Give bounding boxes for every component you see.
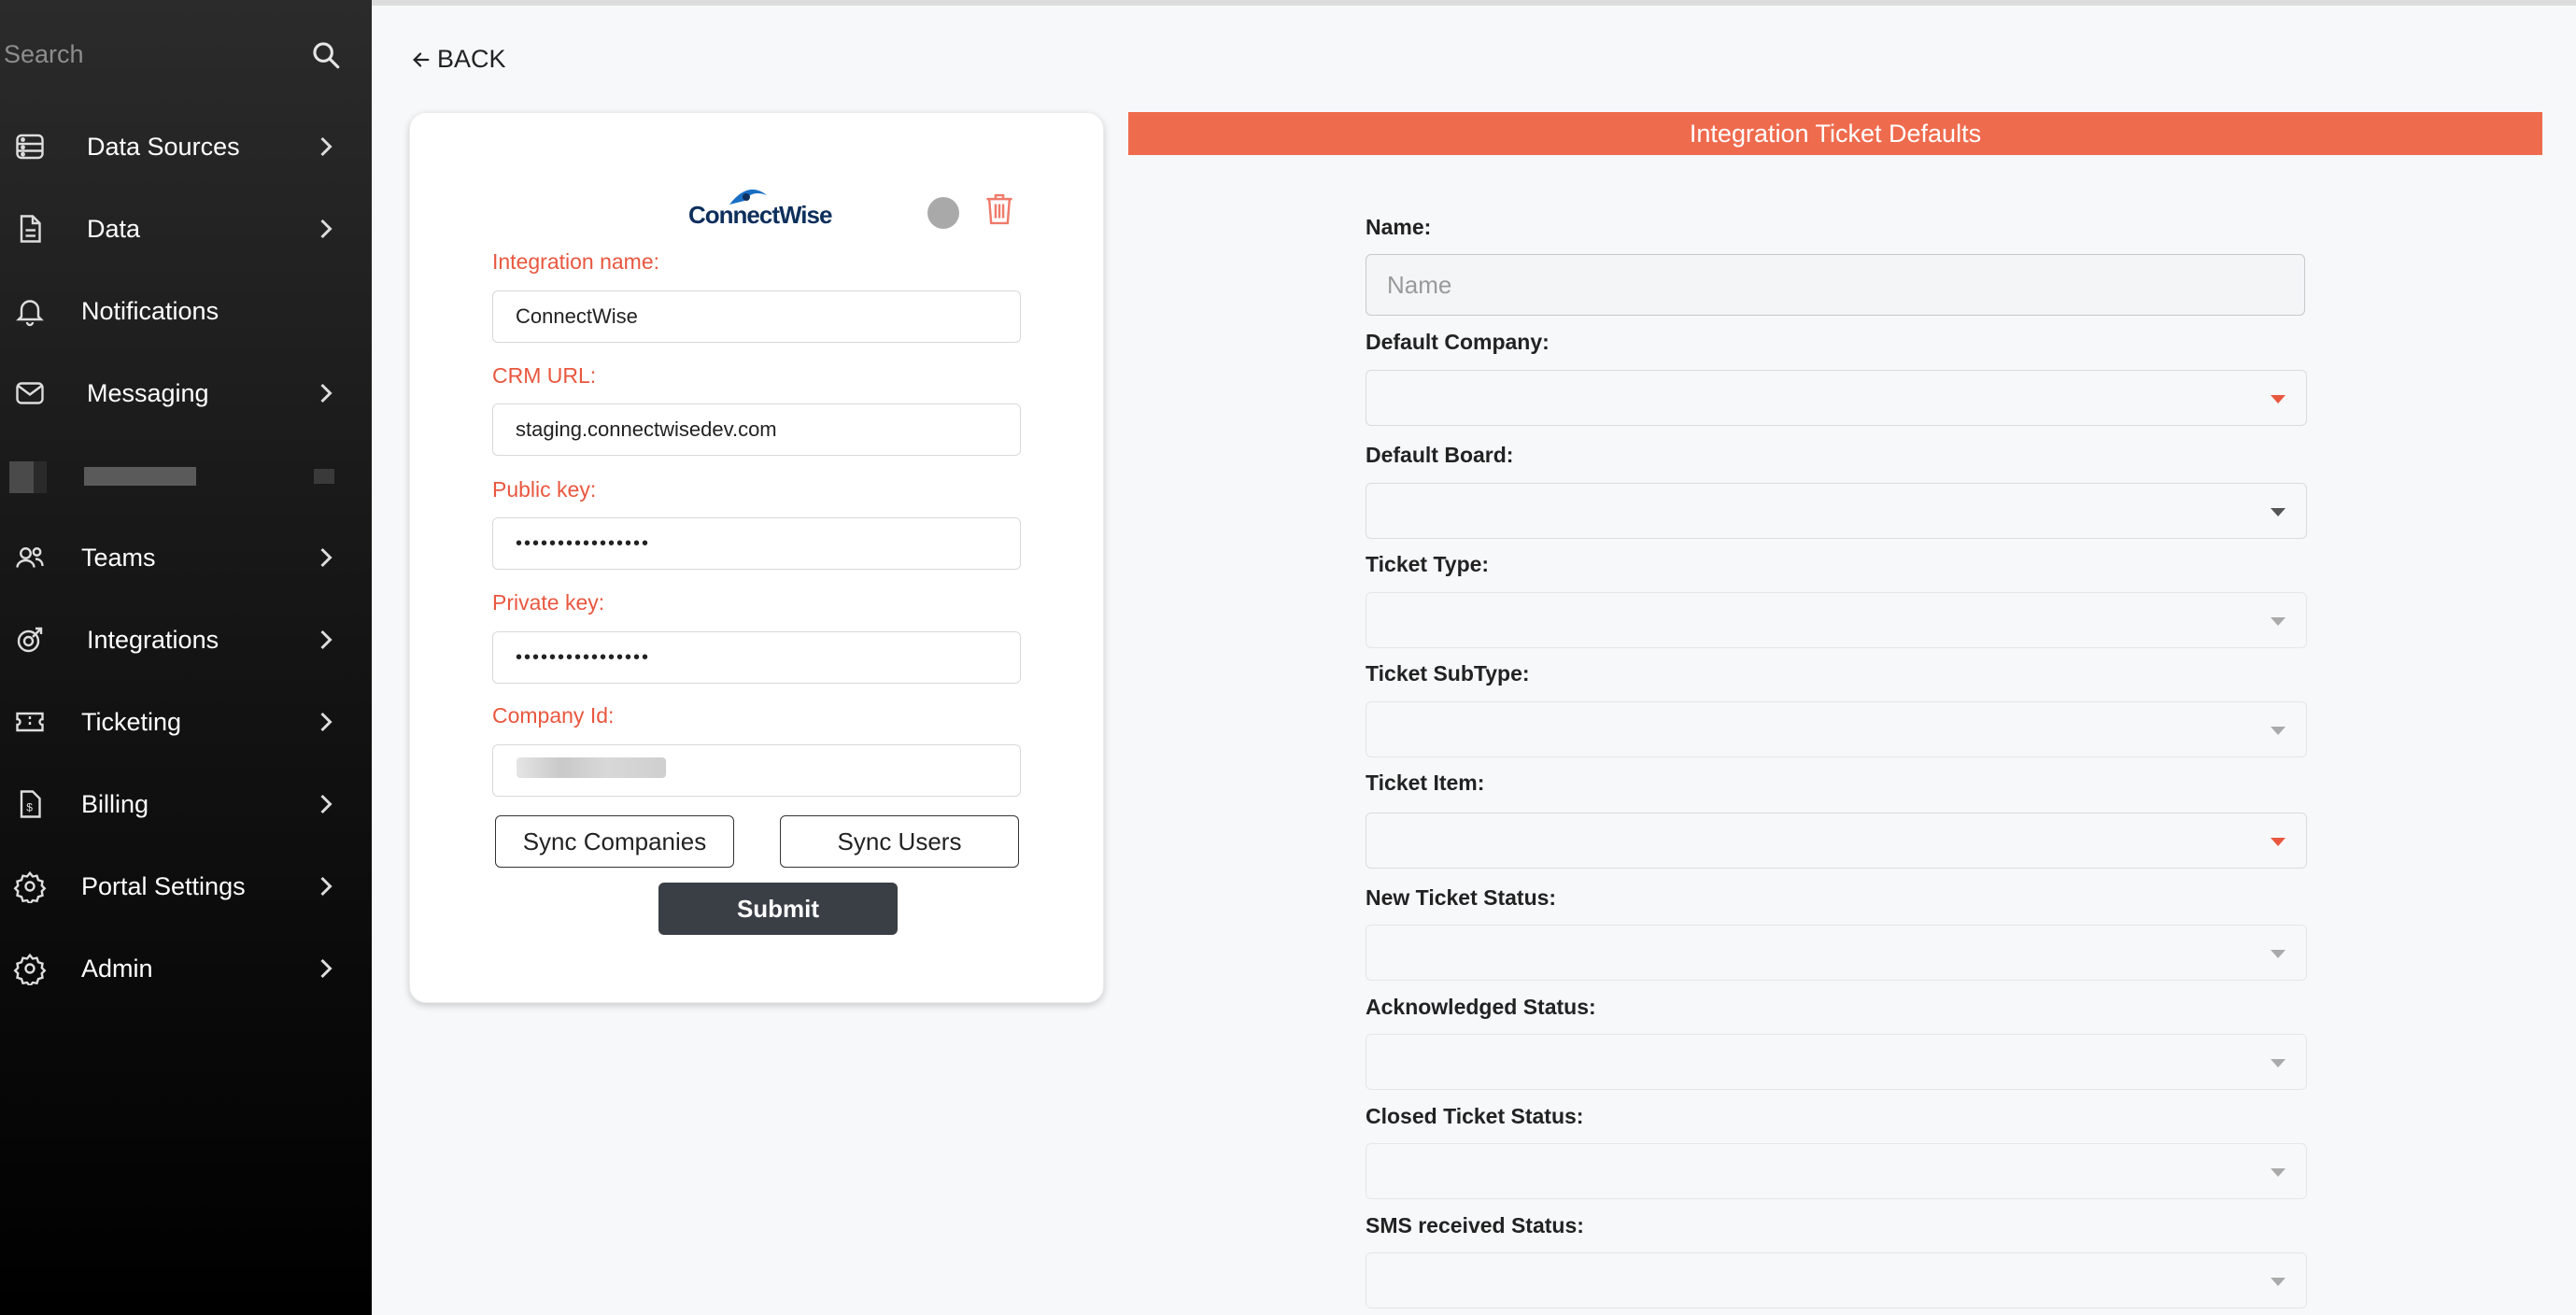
chevron-down-icon: [2271, 1059, 2286, 1068]
closed-ticket-status-label: Closed Ticket Status:: [1366, 1104, 1584, 1128]
sidebar-item-data[interactable]: Data: [0, 191, 372, 266]
private-key-input[interactable]: [492, 631, 1021, 684]
sidebar-item-label: Notifications: [81, 296, 219, 325]
chevron-down-icon: [2271, 617, 2286, 626]
gear-icon: [13, 953, 47, 985]
sidebar-item-integrations[interactable]: Integrations: [0, 602, 372, 677]
crm-url-input[interactable]: [492, 403, 1021, 456]
search-input[interactable]: [4, 34, 284, 75]
panel-title: Integration Ticket Defaults: [1128, 112, 2542, 155]
ticket-type-select[interactable]: [1366, 592, 2307, 648]
public-key-label: Public key:: [492, 477, 597, 502]
sidebar-item-label: Data: [87, 214, 141, 243]
acknowledged-status-label: Acknowledged Status:: [1366, 995, 1596, 1019]
trash-icon[interactable]: [984, 191, 1015, 227]
users-icon: [16, 547, 44, 568]
svg-text:$: $: [26, 801, 33, 814]
sidebar-item-billing[interactable]: $ Billing: [0, 767, 372, 841]
chevron-right-icon: [320, 629, 333, 650]
private-key-label: Private key:: [492, 590, 605, 615]
top-divider: [372, 0, 2576, 6]
company-id-label: Company Id:: [492, 703, 615, 728]
integration-card: ConnectWise Integration name: CRM URL: P…: [409, 112, 1104, 1003]
chevron-right-icon: [320, 547, 333, 568]
sidebar-item-label: Integrations: [87, 625, 219, 654]
sync-companies-button[interactable]: Sync Companies: [495, 815, 734, 868]
sidebar-item-ticketing[interactable]: Ticketing: [0, 685, 372, 759]
chevron-right-icon: [320, 876, 333, 897]
closed-ticket-status-select[interactable]: [1366, 1143, 2307, 1199]
sidebar-item-messaging[interactable]: Messaging: [0, 356, 372, 431]
default-board-label: Default Board:: [1366, 443, 1514, 467]
chevron-down-icon: [2271, 727, 2286, 735]
back-label: BACK: [437, 45, 506, 73]
document-icon: [20, 215, 41, 243]
new-ticket-status-label: New Ticket Status:: [1366, 885, 1557, 910]
ticket-item-select[interactable]: [1366, 813, 2307, 869]
chevron-down-icon: [2271, 1168, 2286, 1177]
sidebar-item-label: Portal Settings: [81, 871, 246, 900]
sms-received-status-select[interactable]: [1366, 1252, 2307, 1308]
chevron-down-icon: [2271, 1278, 2286, 1286]
sidebar-item-label: Billing: [81, 789, 149, 818]
redacted-sidebar-item: [9, 461, 346, 493]
sidebar-item-data-sources[interactable]: Data Sources: [0, 109, 372, 184]
acknowledged-status-select[interactable]: [1366, 1034, 2307, 1090]
sidebar-item-admin[interactable]: Admin: [0, 931, 372, 1006]
sidebar-item-label: Teams: [81, 543, 156, 572]
chevron-right-icon: [320, 712, 333, 732]
public-key-input[interactable]: [492, 517, 1021, 570]
name-label: Name:: [1366, 215, 1432, 239]
sidebar-item-teams[interactable]: Teams: [0, 520, 372, 595]
chevron-right-icon: [320, 958, 333, 979]
invoice-icon: $: [20, 790, 41, 818]
redacted-company-id: [517, 757, 666, 778]
data-sources-icon: [16, 134, 44, 160]
integration-name-input[interactable]: [492, 290, 1021, 343]
chevron-down-icon: [2271, 395, 2286, 403]
back-link[interactable]: BACK: [411, 45, 506, 74]
ticket-type-label: Ticket Type:: [1366, 552, 1490, 576]
gear-icon: [13, 870, 47, 903]
default-board-select[interactable]: [1366, 483, 2307, 539]
integrations-icon: [17, 627, 43, 653]
name-input[interactable]: [1366, 254, 2305, 316]
chevron-down-icon: [2271, 508, 2286, 516]
connectwise-logo: ConnectWise: [688, 182, 832, 229]
sidebar-item-portal-settings[interactable]: Portal Settings: [0, 849, 372, 924]
chevron-down-icon: [2271, 950, 2286, 958]
sidebar-item-label: Data Sources: [87, 132, 240, 161]
chevron-right-icon: [320, 794, 333, 814]
ticket-icon: [16, 712, 44, 732]
chevron-right-icon: [320, 136, 333, 157]
chevron-down-icon: [2271, 838, 2286, 846]
default-company-label: Default Company:: [1366, 330, 1550, 354]
new-ticket-status-select[interactable]: [1366, 925, 2307, 981]
ticket-subtype-label: Ticket SubType:: [1366, 661, 1530, 686]
ticket-item-label: Ticket Item:: [1366, 771, 1485, 795]
chevron-right-icon: [320, 383, 333, 403]
sidebar-item-label: Ticketing: [81, 707, 182, 736]
integration-name-label: Integration name:: [492, 249, 660, 274]
chevron-right-icon: [320, 219, 333, 239]
sidebar-item-notifications[interactable]: Notifications: [0, 274, 372, 348]
submit-button[interactable]: Submit: [658, 883, 898, 935]
status-indicator[interactable]: [927, 197, 959, 229]
arrow-left-icon: [413, 51, 430, 67]
sms-received-status-label: SMS received Status:: [1366, 1213, 1584, 1237]
sidebar-search: [0, 0, 372, 108]
sidebar: Data Sources Data Notifications Messagin…: [0, 0, 372, 1315]
ticket-subtype-select[interactable]: [1366, 701, 2307, 757]
bell-icon: [16, 300, 44, 327]
crm-url-label: CRM URL:: [492, 363, 597, 388]
logo-text: ConnectWise: [688, 201, 832, 229]
envelope-icon: [16, 382, 44, 404]
default-company-select[interactable]: [1366, 370, 2307, 426]
sidebar-item-label: Messaging: [87, 378, 209, 407]
search-icon[interactable]: [310, 39, 342, 71]
sidebar-item-label: Admin: [81, 954, 153, 983]
sync-users-button[interactable]: Sync Users: [780, 815, 1019, 868]
